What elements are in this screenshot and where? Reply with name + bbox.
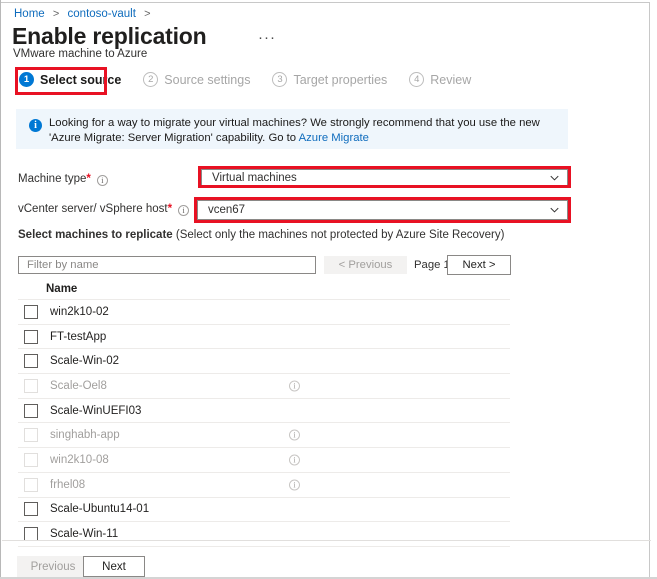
table-header-row: Name <box>18 278 510 300</box>
machine-name: frhel08 <box>50 479 85 491</box>
info-banner-text: Looking for a way to migrate your virtua… <box>49 116 571 146</box>
step-number-2: 2 <box>143 72 158 87</box>
machine-type-value: Virtual machines <box>212 172 297 184</box>
row-info-icon[interactable]: i <box>289 430 300 441</box>
info-icon: i <box>29 119 42 132</box>
row-checkbox[interactable] <box>24 527 38 541</box>
vcenter-server-dropdown[interactable]: vcen67 <box>197 200 568 220</box>
machine-name: Scale-Win-11 <box>50 528 118 540</box>
page-indicator: Page 1 <box>414 259 450 271</box>
info-banner-message: Looking for a way to migrate your virtua… <box>49 117 540 144</box>
table-row[interactable]: win2k10-02 <box>18 300 510 325</box>
vcenter-server-label-text: vCenter server/ vSphere host <box>18 203 168 215</box>
row-checkbox <box>24 478 38 492</box>
machine-name: win2k10-02 <box>50 306 109 318</box>
machine-name: win2k10-08 <box>50 454 109 466</box>
step-label-review: Review <box>430 73 471 87</box>
step-label-source-settings: Source settings <box>164 73 250 87</box>
table-body: win2k10-02 FT-testApp Scale-Win-02 Scale-Oe… <box>18 300 510 547</box>
azure-migrate-link[interactable]: Azure Migrate <box>299 132 369 144</box>
table-row[interactable]: FT-testApp <box>18 325 510 350</box>
row-checkbox[interactable] <box>24 404 38 418</box>
wizard-step-source-settings[interactable]: 2 Source settings <box>143 72 250 87</box>
machine-name: FT-testApp <box>50 331 106 343</box>
vcenter-required-asterisk: * <box>168 203 172 215</box>
machine-name: Scale-Win-02 <box>50 355 119 367</box>
table-row: win2k10-08 i <box>18 448 510 473</box>
app-screen: Home > contoso-vault > Enable replicatio… <box>0 0 657 579</box>
breadcrumb-item-contoso-vault[interactable]: contoso-vault <box>68 8 136 20</box>
vcenter-server-value: vcen67 <box>208 204 245 216</box>
row-checkbox[interactable] <box>24 330 38 344</box>
page-title: Enable replication <box>12 23 207 50</box>
machine-name: singhabh-app <box>50 429 120 441</box>
column-header-name: Name <box>46 283 77 295</box>
select-machines-heading-bold: Select machines to replicate <box>18 229 173 241</box>
machine-type-required-asterisk: * <box>86 173 90 185</box>
chevron-down-icon <box>550 206 559 215</box>
next-page-button[interactable]: Next > <box>447 255 511 275</box>
row-checkbox[interactable] <box>24 354 38 368</box>
step-number-3: 3 <box>272 72 287 87</box>
chevron-down-icon <box>550 173 559 182</box>
machine-type-label-text: Machine type <box>18 173 86 185</box>
table-row: frhel08 i <box>18 473 510 498</box>
wizard-step-select-source[interactable]: 1 Select source <box>19 72 121 87</box>
step-number-1: 1 <box>19 72 34 87</box>
machine-type-label: Machine type* i <box>18 173 108 186</box>
row-checkbox[interactable] <box>24 305 38 319</box>
select-machines-heading: Select machines to replicate (Select onl… <box>18 229 504 241</box>
breadcrumb-separator: > <box>53 8 59 20</box>
window-right-edge <box>651 0 657 579</box>
select-machines-heading-note: (Select only the machines not protected … <box>173 229 505 241</box>
enable-replication-blade: Home > contoso-vault > Enable replicatio… <box>1 2 650 578</box>
breadcrumb-item-home[interactable]: Home <box>14 8 45 20</box>
footer-divider <box>2 540 651 541</box>
table-row: Scale-Oel8 i <box>18 374 510 399</box>
step-label-select-source: Select source <box>40 73 121 87</box>
row-info-icon[interactable]: i <box>289 454 300 465</box>
machine-type-info-icon[interactable]: i <box>97 175 108 186</box>
filter-by-name-input[interactable] <box>18 256 316 274</box>
table-row[interactable]: Scale-Win-11 <box>18 522 510 547</box>
row-info-icon[interactable]: i <box>289 380 300 391</box>
machine-name: Scale-Ubuntu14-01 <box>50 503 149 515</box>
step-number-4: 4 <box>409 72 424 87</box>
table-row[interactable]: Scale-WinUEFI03 <box>18 399 510 424</box>
machine-type-dropdown[interactable]: Virtual machines <box>201 169 568 186</box>
table-row: singhabh-app i <box>18 423 510 448</box>
vcenter-server-label: vCenter server/ vSphere host* i <box>18 203 189 216</box>
machine-name: Scale-Oel8 <box>50 380 107 392</box>
footer-previous-button[interactable]: Previous <box>17 556 89 577</box>
table-row[interactable]: Scale-Ubuntu14-01 <box>18 498 510 523</box>
machine-name: Scale-WinUEFI03 <box>50 405 141 417</box>
breadcrumb-separator-2: > <box>144 8 150 20</box>
row-info-icon[interactable]: i <box>289 479 300 490</box>
row-checkbox[interactable] <box>24 502 38 516</box>
previous-page-button[interactable]: < Previous <box>324 256 407 274</box>
machines-table: Name win2k10-02 FT-testApp Scale-Win-02 Sca… <box>18 278 510 547</box>
overflow-menu-icon[interactable]: ··· <box>254 27 280 48</box>
wizard-step-review[interactable]: 4 Review <box>409 72 471 87</box>
row-checkbox <box>24 379 38 393</box>
breadcrumb: Home > contoso-vault > <box>14 8 156 20</box>
row-checkbox <box>24 453 38 467</box>
vcenter-info-icon[interactable]: i <box>178 205 189 216</box>
footer-next-button[interactable]: Next <box>83 556 145 577</box>
info-banner: i Looking for a way to migrate your virt… <box>16 109 568 149</box>
step-label-target-properties: Target properties <box>293 73 387 87</box>
wizard-step-target-properties[interactable]: 3 Target properties <box>272 72 387 87</box>
row-checkbox <box>24 428 38 442</box>
page-subtitle: VMware machine to Azure <box>13 48 147 60</box>
wizard-steps: 1 Select source 2 Source settings 3 Targ… <box>19 72 471 87</box>
table-row[interactable]: Scale-Win-02 <box>18 349 510 374</box>
